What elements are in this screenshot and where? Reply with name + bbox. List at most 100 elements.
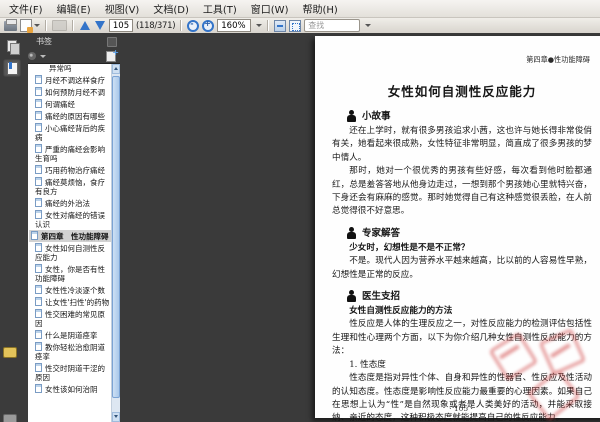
menu-file[interactable]: 文件(F): [2, 0, 50, 17]
gear-icon: [28, 52, 36, 60]
zoom-out-button[interactable]: [187, 19, 200, 32]
bookmark-icon: [35, 264, 42, 273]
story-section-heading: 小故事: [346, 108, 592, 122]
toolbar-divider: [72, 20, 74, 31]
bookmark-options-button[interactable]: [28, 52, 46, 60]
doctor-subtitle: 女性自测性反应能力的方法: [349, 306, 453, 317]
bookmark-item-label: 让女性'扫性'的药物: [45, 298, 110, 307]
story-person-icon: [346, 110, 357, 122]
bookmark-item[interactable]: 女性性冷淡逐个数: [29, 284, 111, 296]
menu-edit[interactable]: 编辑(E): [50, 0, 98, 17]
menu-view[interactable]: 视图(V): [98, 0, 147, 17]
scrollbar-track[interactable]: [112, 74, 120, 412]
tab-pages[interactable]: [3, 37, 21, 55]
bookmark-item-label: 小心痛经背后的疾病: [35, 124, 105, 142]
search-options-icon[interactable]: [365, 24, 372, 27]
bookmark-item[interactable]: 巧用药物治疗痛经: [29, 164, 111, 176]
bookmark-icon: [35, 285, 42, 294]
panel-menu-button[interactable]: [107, 36, 117, 47]
story-paragraph: 还在上学时，就有很多男孩追求小茜，这也许与她长得非常俊俏有关，她看起来很成熟，女…: [332, 126, 592, 163]
fit-page-icon[interactable]: [289, 19, 302, 32]
doctor-item1-title: 1. 性态度: [349, 359, 386, 370]
bookmark-item[interactable]: 女性对痛经的错误认识: [29, 209, 111, 230]
bookmark-item[interactable]: 什么是阴道痉挛: [29, 329, 111, 341]
scrollbar-thumb[interactable]: [112, 76, 120, 398]
toolbar-divider: [267, 20, 270, 31]
fit-width-icon[interactable]: [274, 19, 287, 32]
page-content: 第四章●性功能障碍 女性如何自测性反应能力 小故事 还在上学时，就有很多男孩追求…: [315, 36, 600, 422]
bookmark-icon: [35, 297, 42, 306]
bookmarks-panel-title: 书签: [36, 37, 52, 46]
bookmark-item-label: 女性如何自测性反应能力: [35, 244, 105, 262]
story-heading-label: 小故事: [362, 111, 391, 122]
document-pane[interactable]: 第四章●性功能障碍 女性如何自测性反应能力 小故事 还在上学时，就有很多男孩追求…: [120, 33, 600, 422]
print-icon[interactable]: [4, 18, 17, 31]
scroll-up-icon[interactable]: [112, 64, 120, 74]
expert-person-icon: [346, 226, 357, 239]
new-bookmark-icon[interactable]: [106, 48, 119, 62]
doctor-heading-label: 医生支招: [362, 291, 401, 303]
export-button[interactable]: [20, 19, 40, 33]
menu-bar: 文件(F) 编辑(E) 视图(V) 文档(D) 工具(T) 窗口(W) 帮助(H…: [0, 0, 600, 18]
bookmark-item[interactable]: 月经不调这样食疗: [29, 74, 111, 86]
page-count-label: (118/371): [136, 20, 176, 31]
tab-bookmarks[interactable]: [3, 59, 21, 77]
bookmark-icon: [35, 363, 42, 372]
bookmark-item[interactable]: 严重的痛经会影响生育吗: [29, 143, 111, 164]
comments-icon[interactable]: [3, 347, 17, 358]
running-header: 第四章●性功能障碍: [526, 55, 590, 64]
expert-section-heading: 专家解答: [346, 225, 592, 239]
expert-answer: 不是。现代人因为营养水平越来越高，比以前的人容易性早熟，幻想性是正常的反应。: [332, 256, 592, 280]
zoom-dropdown-icon[interactable]: [256, 24, 263, 27]
bookmark-item[interactable]: 性交困难的常见原因: [29, 308, 111, 329]
attachments-icon[interactable]: [3, 414, 17, 422]
previous-page-button[interactable]: [80, 21, 90, 30]
bookmark-icon: [35, 87, 42, 96]
bookmark-item[interactable]: 性交时阴道干涩的原因: [29, 362, 111, 383]
zoom-in-button[interactable]: [202, 19, 215, 32]
bookmark-item[interactable]: 异常吗: [29, 64, 111, 74]
bookmarks-scrollbar[interactable]: [111, 64, 120, 422]
bookmark-item-label: 痛经莫烦恼，食疗有良方: [35, 178, 105, 196]
scroll-down-icon[interactable]: [112, 412, 120, 422]
bookmark-item-label: 痛经的原因有哪些: [45, 112, 105, 121]
bookmark-item-label: 异常吗: [49, 64, 72, 73]
bookmark-item-label: 月经不调这样食疗: [45, 76, 105, 85]
bookmark-item[interactable]: 教你轻松治愈阴道痉挛: [29, 341, 111, 362]
bookmark-tree: 异常吗月经不调这样食疗 如何预防月经不调 何谓痛经痛经的原因有哪些小心痛经背后的疾病…: [28, 64, 111, 422]
bookmark-icon: [35, 111, 42, 120]
bookmark-item[interactable]: 让女性'扫性'的药物: [29, 296, 111, 308]
bookmark-icon: [35, 384, 42, 393]
next-page-button[interactable]: [95, 21, 105, 30]
bookmark-item[interactable]: 痛经莫烦恼，食疗有良方: [29, 176, 111, 197]
bookmark-icon: [35, 342, 42, 351]
bookmark-item[interactable]: 女性该如何治阴: [29, 383, 111, 395]
bookmark-item[interactable]: 痛经的原因有哪些: [29, 110, 111, 122]
bookmarks-panel-toolbar: [24, 48, 120, 63]
document-page: 第四章●性功能障碍 女性如何自测性反应能力 小故事 还在上学时，就有很多男孩追求…: [315, 36, 600, 422]
menu-tools[interactable]: 工具(T): [196, 0, 244, 17]
bookmark-item-label: 第四章 性功能障碍: [41, 232, 109, 241]
page-number-input[interactable]: [109, 19, 133, 32]
zoom-level-input[interactable]: [217, 19, 252, 32]
menu-window[interactable]: 窗口(W): [244, 0, 296, 17]
bookmark-item[interactable]: 何谓痛经: [29, 98, 111, 110]
menu-document[interactable]: 文档(D): [146, 0, 196, 17]
menu-help[interactable]: 帮助(H): [295, 0, 344, 17]
doctor-person-icon: [346, 290, 357, 303]
bookmark-item[interactable]: 女性，你是否有性功能障碍: [29, 263, 111, 284]
search-input[interactable]: [304, 19, 361, 32]
bookmark-item-label: 如何预防月经不调: [45, 88, 105, 97]
bookmark-item[interactable]: 女性如何自测性反应能力: [29, 242, 111, 263]
doctor-item1-text: 性态度是指对异性个体、自身和异性的性器官、性反应及性活动的认知态度。性态度是影响…: [332, 373, 592, 422]
export-icon: [20, 19, 33, 33]
bookmark-item[interactable]: 痛经的外治法: [29, 197, 111, 209]
bookmark-item[interactable]: 第四章 性功能障碍: [29, 230, 111, 242]
bookmark-icon: [35, 165, 42, 174]
bookmark-item-label: 痛经的外治法: [45, 199, 90, 208]
bookmark-icon: [35, 243, 42, 252]
bookmark-icon: [35, 177, 42, 186]
bookmark-item[interactable]: 小心痛经背后的疾病: [29, 122, 111, 143]
toolbar-divider: [45, 20, 47, 31]
bookmark-item[interactable]: 如何预防月经不调: [29, 86, 111, 98]
